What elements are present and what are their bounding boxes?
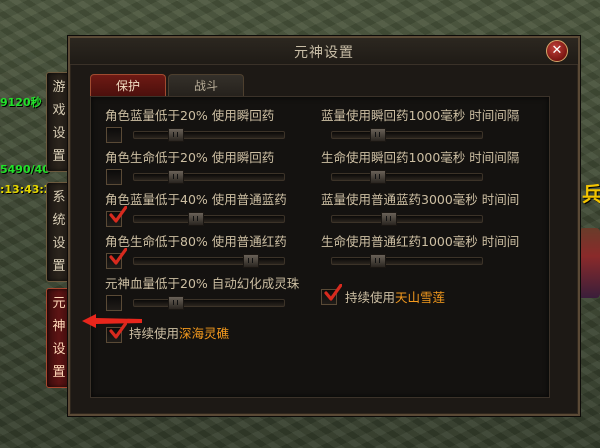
row-label-2: 角色蓝量低于40% 使用普通蓝药: [105, 192, 287, 207]
side-tab-char: 元: [52, 296, 66, 311]
row-checkbox-3[interactable]: [106, 248, 127, 269]
protection-panel: 角色蓝量低于20% 使用瞬回药 蓝量使用瞬回药1000毫秒 时间间隔角色生命低于2…: [90, 96, 550, 398]
hud-hp: 5490/40: [0, 163, 50, 176]
side-tab-char: 戏: [52, 103, 66, 118]
sea-reef-item: 深海灵礁: [179, 326, 230, 341]
side-tab-char: 系: [52, 190, 66, 205]
row-label-0: 角色蓝量低于20% 使用瞬回药: [105, 108, 275, 123]
row-right-slider-0-handle[interactable]: [370, 128, 386, 142]
row-slider-2[interactable]: [133, 212, 285, 226]
tab-combat[interactable]: 战斗: [168, 74, 244, 97]
row-slider-3-handle[interactable]: [243, 254, 259, 268]
side-tab-char: 设: [52, 126, 66, 141]
pointer-arrow-icon: [82, 314, 142, 328]
side-tab-char: 置: [52, 365, 66, 380]
row-slider-0[interactable]: [133, 128, 285, 142]
row-right-label-3: 生命使用普通红药1000毫秒 时间间: [321, 234, 520, 249]
row-right-label-0: 蓝量使用瞬回药1000毫秒 时间间隔: [321, 108, 520, 123]
row-right-slider-2[interactable]: [331, 212, 483, 226]
row-label-3: 角色生命低于80% 使用普通红药: [105, 234, 287, 249]
row-slider-0-handle[interactable]: [168, 128, 184, 142]
close-button[interactable]: ✕: [546, 40, 568, 62]
side-tab-char: 置: [52, 149, 66, 164]
row-checkbox-2[interactable]: [106, 206, 127, 227]
spirit-settings-dialog: 元神设置 ✕ 保护 战斗 角色蓝量低于20% 使用瞬回药 蓝量使用瞬回药1000毫…: [68, 36, 580, 416]
row-right-slider-2-handle[interactable]: [381, 212, 397, 226]
row-slider-3[interactable]: [133, 254, 285, 268]
side-tab-char: 统: [52, 213, 66, 228]
hud-clock: :13:43:2: [0, 183, 52, 196]
continuous-use-snow-lotus-checkbox[interactable]: [321, 284, 342, 305]
row-label-1: 角色生命低于20% 使用瞬回药: [105, 150, 275, 165]
row-right-label-1: 生命使用瞬回药1000毫秒 时间间隔: [321, 150, 520, 165]
row-slider-4-handle[interactable]: [168, 296, 184, 310]
continuous-use-sea-reef-checkbox[interactable]: [106, 322, 127, 343]
hud-timer: 9120秒: [0, 96, 42, 109]
row-slider-1-handle[interactable]: [168, 170, 184, 184]
side-tab-char: 设: [52, 236, 66, 251]
row-checkbox-0[interactable]: [106, 127, 122, 143]
continuous-use-snow-lotus-label: 持续使用天山雪莲: [345, 287, 445, 306]
side-tab-char: 置: [52, 259, 66, 274]
continuous-use-prefix: 持续使用: [345, 290, 396, 305]
side-tab-char: 游: [52, 80, 66, 95]
snow-lotus-item: 天山雪莲: [395, 290, 446, 305]
dialog-titlebar: 元神设置 ✕: [70, 38, 578, 65]
row-slider-1[interactable]: [133, 170, 285, 184]
row-label-4: 元神血量低于20% 自动幻化成灵珠: [105, 276, 300, 291]
row-right-label-2: 蓝量使用普通蓝药3000毫秒 时间间: [321, 192, 520, 207]
side-tab-char: 设: [52, 342, 66, 357]
row-right-slider-0[interactable]: [331, 128, 483, 142]
npc-title-glyph: 兵: [582, 182, 600, 206]
row-slider-2-handle[interactable]: [188, 212, 204, 226]
row-right-slider-1-handle[interactable]: [370, 170, 386, 184]
row-right-slider-1[interactable]: [331, 170, 483, 184]
tab-protection[interactable]: 保护: [90, 74, 166, 97]
row-checkbox-4[interactable]: [106, 295, 122, 311]
row-checkbox-1[interactable]: [106, 169, 122, 185]
continuous-use-prefix: 持续使用: [129, 326, 180, 341]
dialog-title: 元神设置: [294, 45, 354, 61]
row-right-slider-3-handle[interactable]: [370, 254, 386, 268]
side-tab-char: 神: [52, 319, 66, 334]
continuous-use-sea-reef-label: 持续使用深海灵礁: [129, 323, 229, 342]
row-right-slider-3[interactable]: [331, 254, 483, 268]
row-slider-4[interactable]: [133, 296, 285, 310]
